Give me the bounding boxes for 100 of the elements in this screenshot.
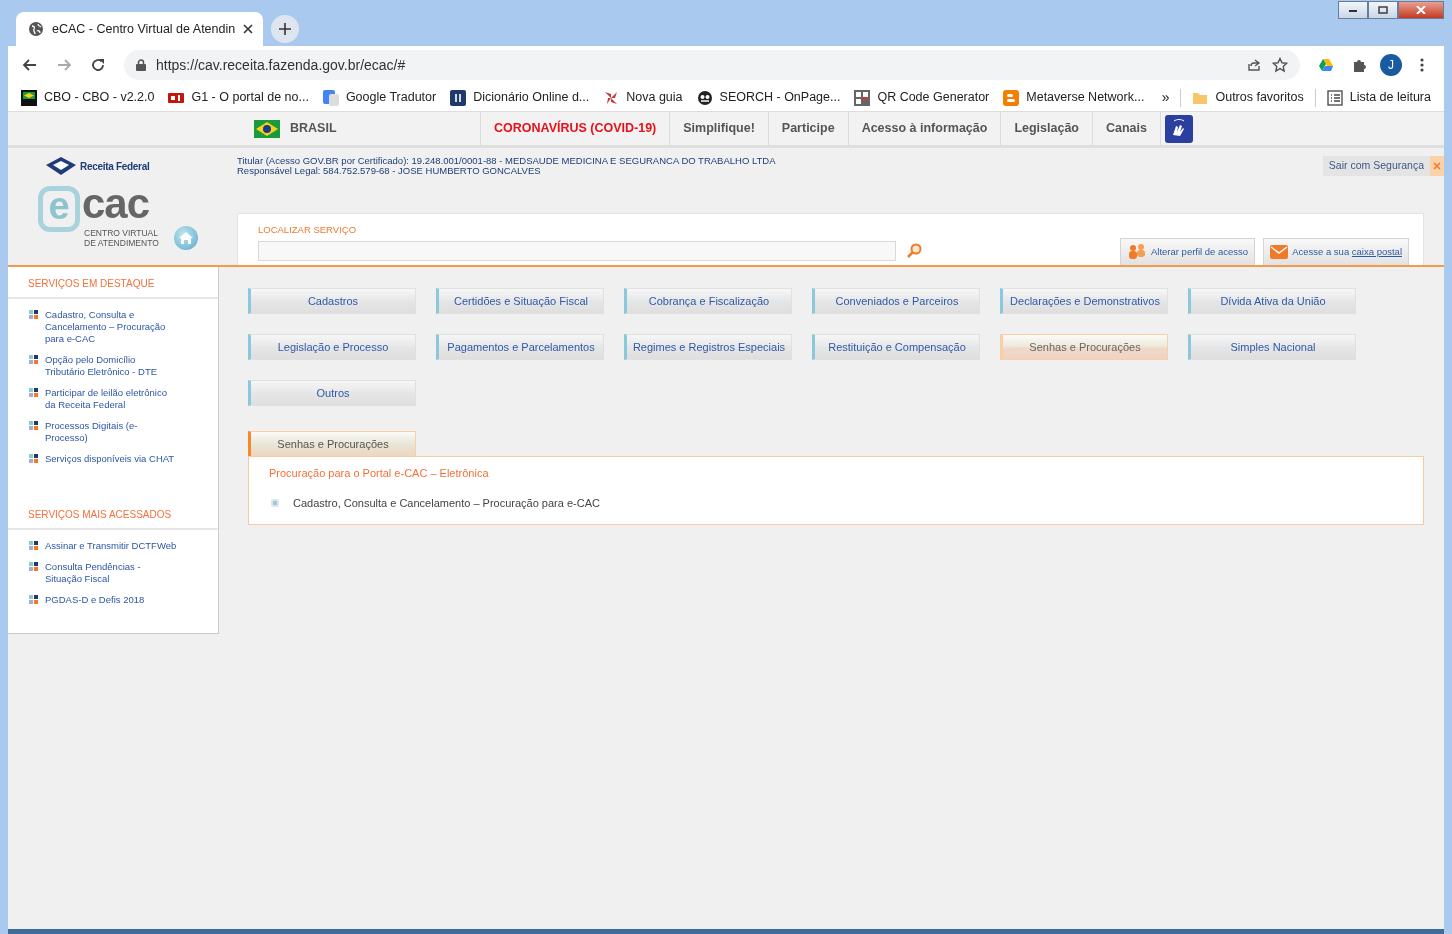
favicon-icon <box>21 89 37 106</box>
bookmark-link[interactable]: Lista de leitura <box>1319 88 1438 107</box>
category-button[interactable]: Legislação e Processo <box>248 334 416 360</box>
service-link[interactable]: Serviços disponíveis via CHAT <box>45 453 177 465</box>
grid-bullet-icon <box>28 540 39 551</box>
search-icon <box>906 243 922 260</box>
flag-icon <box>254 119 280 138</box>
mailbox-button[interactable]: Acesse a sua caixa postal <box>1263 237 1409 265</box>
puzzle-icon[interactable] <box>1352 57 1368 73</box>
lock-icon <box>136 59 146 71</box>
favicon-icon <box>1003 89 1020 106</box>
grid-bullet-icon <box>28 561 39 572</box>
category-button[interactable]: Senhas e Procurações <box>1000 334 1168 360</box>
close-icon <box>1416 6 1426 14</box>
panel-tab[interactable]: Senhas e Procurações <box>248 431 416 456</box>
category-button[interactable]: Cadastros <box>248 288 416 314</box>
close-icon[interactable] <box>243 24 254 34</box>
bookmark-link[interactable]: SEORCH - OnPage... <box>689 88 848 107</box>
service-link[interactable]: Consulta Pendências - Situação Fiscal <box>45 561 177 585</box>
panel-heading: Procuração para o Portal e-CAC – Eletrônica <box>269 466 490 481</box>
service-link[interactable]: Cadastro, Consulta e Cancelamento – Procuração para e-CAC <box>45 309 177 345</box>
favicon-icon <box>450 89 467 106</box>
address-bar[interactable]: https://cav.receita.fazenda.gov.br/ecac/# <box>124 50 1300 80</box>
people-icon <box>1127 242 1147 261</box>
grid-bullet-icon <box>28 309 39 320</box>
dot-bullet-icon <box>271 498 279 507</box>
section-title: SERVIÇOS EM DESTAQUE <box>8 267 218 299</box>
reload-icon[interactable] <box>90 57 106 73</box>
bookmark-link[interactable]: Nova guia <box>596 88 690 107</box>
service-link[interactable]: Cadastro, Consulta e Cancelamento – Procuração para e-CAC <box>293 494 600 511</box>
service-link[interactable]: PGDAS-D e Defis 2018 <box>45 594 177 606</box>
search-field[interactable] <box>258 241 896 262</box>
user-info: Responsável Legal: 584.752.579-68 - JOSE HUMBERTO GONCALVES <box>237 166 542 176</box>
category-button[interactable]: Restituição e Compensação <box>812 334 980 360</box>
maximize-icon[interactable] <box>1378 6 1388 14</box>
envelope-icon <box>1270 244 1289 259</box>
country-label: BRASIL <box>290 120 337 138</box>
service-link[interactable]: Participar de leilão eletrônico da Receita Federal <box>45 387 177 411</box>
grid-bullet-icon <box>28 594 39 605</box>
logo-tagline: CENTRO VIRTUAL <box>84 228 159 238</box>
favicon-icon <box>603 89 620 106</box>
category-button[interactable]: Certidões e Situação Fiscal <box>436 288 604 314</box>
search-label: LOCALIZAR SERVIÇO <box>258 223 358 237</box>
bookmark-link[interactable]: Metaverse Network... <box>996 88 1152 107</box>
bookmark-link[interactable]: CBO - CBO - v2.2.0 <box>14 88 162 107</box>
emblem-icon <box>44 156 78 176</box>
bookmark-link[interactable]: G1 - O portal de no... <box>161 88 316 107</box>
gov-link[interactable]: Participe <box>767 112 848 145</box>
category-button[interactable]: Dívida Ativa da União <box>1188 288 1356 314</box>
bookmark-link[interactable]: QR Code Generator <box>847 88 997 107</box>
favicon-icon <box>696 89 713 106</box>
drive-icon[interactable] <box>1318 57 1334 73</box>
home-icon <box>179 232 193 244</box>
gov-link[interactable]: Canais <box>1092 112 1160 145</box>
globe-icon <box>28 21 44 37</box>
star-icon[interactable] <box>1272 57 1288 73</box>
change-profile-button[interactable]: Alterar perfil de acesso <box>1120 237 1256 265</box>
gov-link[interactable]: Simplifique! <box>669 112 768 145</box>
back-icon[interactable] <box>22 57 38 73</box>
gov-link[interactable]: Acesso à informação <box>847 112 1001 145</box>
share-icon[interactable] <box>1246 57 1262 73</box>
logo-tagline: DE ATENDIMENTO <box>84 238 159 248</box>
service-link[interactable]: Opção pelo Domicílio Tributário Eletrônico - DTE <box>45 354 177 378</box>
logout-button[interactable]: Sair com Segurança <box>1322 156 1430 176</box>
service-link[interactable]: Processos Digitais (e-Processo) <box>45 420 177 444</box>
service-link[interactable]: Assinar e Transmitir DCTFWeb <box>45 540 177 552</box>
brand-name: Receita Federal <box>80 159 150 174</box>
plus-icon <box>279 23 292 35</box>
grid-bullet-icon <box>28 453 39 464</box>
category-button[interactable]: Simples Nacional <box>1188 334 1356 360</box>
bookmark-link[interactable]: Outros favoritos <box>1185 88 1311 107</box>
category-button[interactable]: Conveniados e Parceiros <box>812 288 980 314</box>
new-tab-button[interactable] <box>271 15 300 43</box>
list-icon <box>1326 89 1343 106</box>
logo-letter: e <box>38 186 80 232</box>
gov-link[interactable]: CORONAVÍRUS (COVID-19) <box>480 112 670 145</box>
user-info: Titular (Acesso GOV.BR por Certificado): 19.248.001/0001-88 - MEDSAUDE MEDICINA E SEGURANCA DO TRABALHO LTDA <box>237 156 776 166</box>
grid-bullet-icon <box>28 354 39 365</box>
favicon-icon <box>322 89 339 106</box>
favicon-icon <box>854 89 871 106</box>
bookmark-link[interactable]: Dicionário Online d... <box>443 88 597 107</box>
category-button[interactable]: Declarações e Demonstrativos <box>1000 288 1168 314</box>
category-button[interactable]: Regimes e Registros Especiais <box>624 334 792 360</box>
hands-icon[interactable] <box>1165 114 1193 143</box>
grid-bullet-icon <box>28 387 39 398</box>
close-icon <box>1433 161 1441 170</box>
minimize-button[interactable] <box>1338 1 1368 19</box>
category-button[interactable]: Outros <box>248 380 416 406</box>
section-title: SERVIÇOS MAIS ACESSADOS <box>8 498 218 530</box>
category-button[interactable]: Cobrança e Fiscalização <box>624 288 792 314</box>
profile-avatar[interactable]: J <box>1380 54 1402 76</box>
bookmark-link[interactable]: Google Tradutor <box>315 88 444 107</box>
logo-word: cac <box>82 186 150 222</box>
browser-tab[interactable]: eCAC - Centro Virtual de Atendin <box>16 12 264 46</box>
minimize-icon[interactable] <box>1348 7 1358 13</box>
more-bookmarks-button[interactable]: » <box>1154 87 1177 108</box>
close-window-button[interactable] <box>1398 1 1444 19</box>
gov-link[interactable]: Legislação <box>1000 112 1092 145</box>
maximize-button[interactable] <box>1368 1 1398 19</box>
category-button[interactable]: Pagamentos e Parcelamentos <box>436 334 604 360</box>
